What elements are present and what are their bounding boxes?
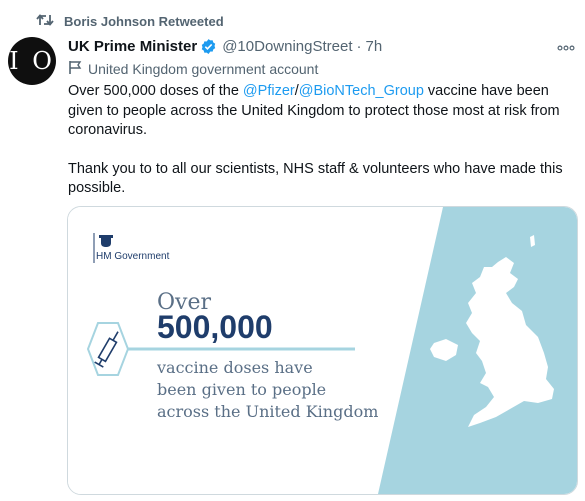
vaccine-infographic: HM Government Over 500,000 vaccine doses… — [68, 207, 577, 494]
avatar-text: I O — [9, 47, 55, 75]
card-line-1: vaccine doses have — [156, 358, 313, 377]
tweet-header: UK Prime Minister @10DowningStreet · 7h — [68, 36, 575, 56]
card-line-3: across the United Kingdom — [157, 402, 378, 421]
avatar[interactable]: I O — [8, 37, 56, 85]
tweet-media-image[interactable]: HM Government Over 500,000 vaccine doses… — [67, 206, 578, 495]
hm-government-logo-text: HM Government — [96, 251, 170, 262]
tweet-text: Over 500,000 doses of the @Pfizer/@BioNT… — [68, 82, 568, 199]
tweet-text-part: Over 500,000 doses of the — [68, 83, 243, 99]
card-line-2: been given to people — [157, 380, 326, 399]
separator-dot: · — [356, 37, 362, 55]
author-handle[interactable]: @10DowningStreet — [222, 38, 352, 55]
flag-icon — [68, 60, 82, 78]
tweet-paragraph-2: Thank you to to all our scientists, NHS … — [68, 160, 563, 197]
retweet-indicator[interactable]: Boris Johnson Retweeted — [36, 12, 224, 30]
tweet-paragraph-1: Over 500,000 doses of the @Pfizer/@BioNT… — [68, 82, 568, 141]
account-label-text: United Kingdom government account — [88, 61, 319, 77]
verified-badge-icon — [200, 38, 217, 55]
retweet-text: Boris Johnson Retweeted — [64, 13, 224, 29]
account-label[interactable]: United Kingdom government account — [68, 60, 318, 78]
mention-pfizer-link[interactable]: @Pfizer — [243, 83, 295, 99]
more-options-icon[interactable] — [557, 38, 575, 55]
retweet-icon — [36, 13, 54, 30]
card-number-text: 500,000 — [157, 309, 273, 345]
author-name[interactable]: UK Prime Minister — [68, 38, 197, 55]
tweet-time[interactable]: 7h — [366, 38, 383, 55]
mention-biontech-link[interactable]: @BioNTech_Group — [299, 83, 424, 99]
